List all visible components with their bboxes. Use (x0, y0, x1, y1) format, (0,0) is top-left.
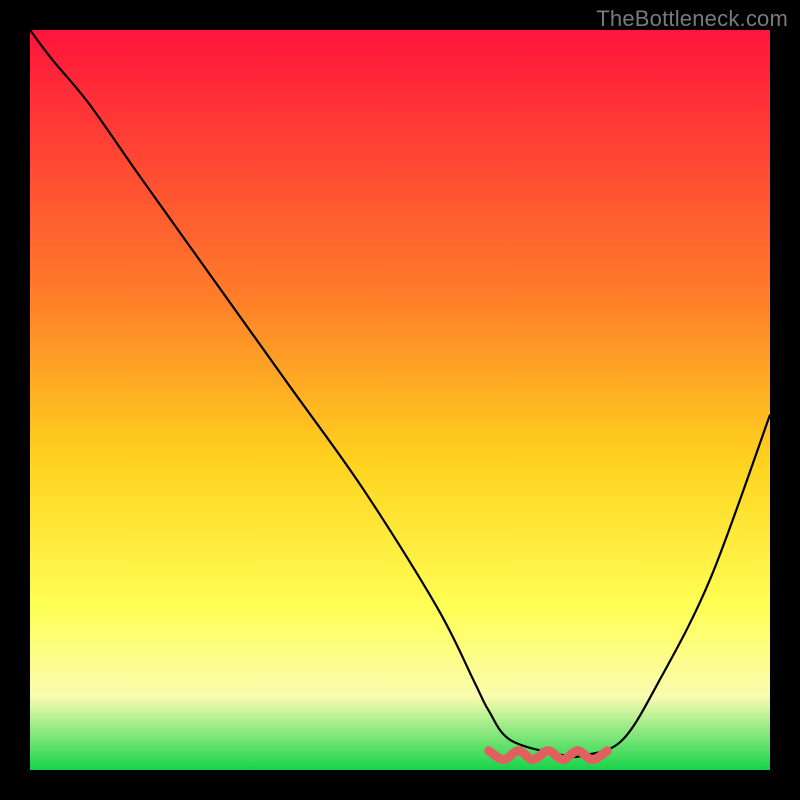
gradient-background (30, 30, 770, 770)
chart-frame (30, 30, 770, 770)
bottleneck-chart (30, 30, 770, 770)
watermark-text: TheBottleneck.com (596, 6, 788, 32)
